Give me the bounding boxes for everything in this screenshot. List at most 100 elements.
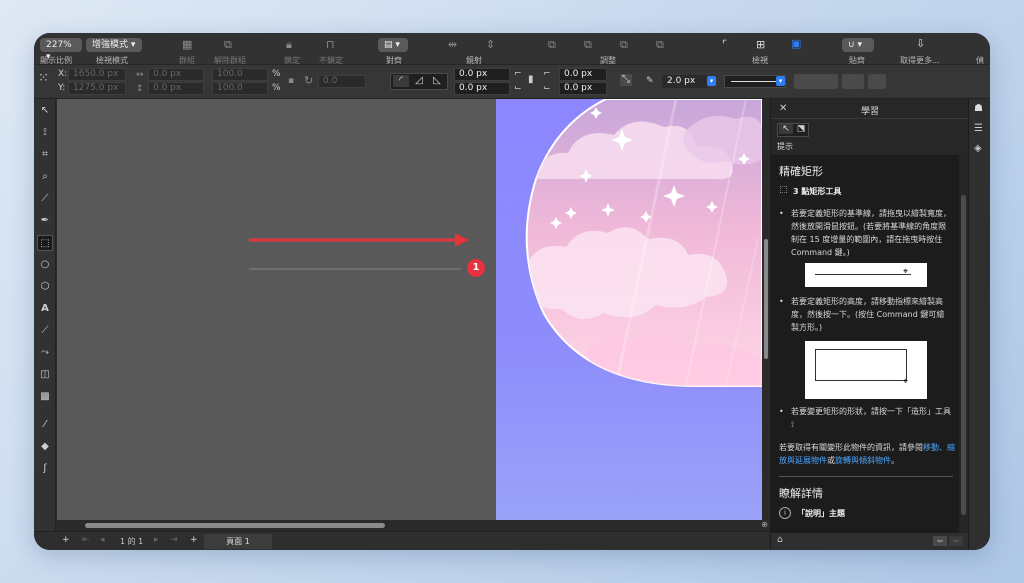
- add-page-before-icon[interactable]: +: [62, 535, 70, 545]
- download-icon[interactable]: ⇩: [916, 38, 925, 50]
- outline-width-dropdown-icon[interactable]: ▾: [707, 76, 716, 86]
- offset-top-field[interactable]: 0.0 px: [559, 68, 607, 81]
- scale-width-field[interactable]: 100.0: [212, 68, 268, 81]
- first-page-icon[interactable]: ⇤: [82, 535, 90, 545]
- ungroup-icon[interactable]: ⧉: [224, 39, 232, 51]
- polygon-tool-icon[interactable]: ⬡: [37, 279, 53, 295]
- back-icon[interactable]: ⇦: [933, 536, 947, 546]
- horizontal-scrollbar[interactable]: ⊕: [57, 520, 770, 531]
- offset-bottom-field[interactable]: 0.0 px: [559, 82, 607, 95]
- line-style-arrow-icon[interactable]: ▾: [776, 76, 785, 86]
- hint-step-3-text: 若要變更矩形的形狀，請按一下「造形」工具: [791, 407, 951, 416]
- view-mode-dropdown[interactable]: 增強模式 ▾: [86, 38, 142, 52]
- rectangle-tool-icon[interactable]: ⬚: [37, 235, 53, 251]
- unlock-icon[interactable]: ⊓: [326, 39, 335, 51]
- last-page-icon[interactable]: ⇥: [170, 535, 178, 545]
- scalloped-corner-icon[interactable]: ◿: [411, 75, 427, 87]
- outline-width-field[interactable]: 2.0 px: [662, 75, 708, 88]
- snap-dropdown[interactable]: ∪ ▾: [842, 38, 874, 52]
- help-topic-link[interactable]: 「說明」主題: [797, 508, 845, 519]
- round-corner-icon[interactable]: ◜: [393, 75, 409, 87]
- learn-more-heading: 瞭解詳情: [779, 487, 823, 500]
- zoom-dropdown[interactable]: 227% ▾: [40, 38, 82, 62]
- text-tool-icon[interactable]: A: [37, 301, 53, 317]
- arrowhead-swap-button[interactable]: [868, 74, 886, 89]
- lock-ratio-icon[interactable]: ▪: [288, 75, 294, 87]
- docker-title: 學習: [861, 107, 880, 117]
- rotate-skew-link[interactable]: 旋轉與傾斜物件: [835, 456, 891, 465]
- shape-tool-icon[interactable]: ⟟: [37, 125, 53, 141]
- drawing-canvas[interactable]: 1: [57, 99, 497, 520]
- close-icon[interactable]: ✕: [779, 103, 787, 114]
- chamfer-corner-icon[interactable]: ◺: [429, 75, 445, 87]
- rotation-field[interactable]: 0.0: [318, 75, 366, 88]
- width-field[interactable]: 0.0 px: [148, 68, 204, 81]
- section-divider: [779, 476, 953, 477]
- arrowhead-end-button[interactable]: [842, 74, 864, 89]
- page-indicator: 1 的 1: [120, 537, 144, 546]
- parallel-dimension-tool-icon[interactable]: ⟋: [37, 323, 53, 339]
- tool-hint-icon[interactable]: ⬔: [794, 124, 808, 134]
- artwork: [525, 99, 762, 387]
- forward-icon[interactable]: ⇨: [949, 536, 963, 546]
- vertical-scroll-thumb[interactable]: [764, 239, 768, 359]
- corner-radius-top-field[interactable]: 0.0 px: [454, 68, 510, 81]
- object-origin-icon[interactable]: ⁙: [38, 72, 49, 85]
- ellipse-tool-icon[interactable]: ○: [37, 257, 53, 273]
- objects-tab-icon[interactable]: ◈: [974, 143, 982, 154]
- vertical-scrollbar[interactable]: [762, 99, 770, 520]
- app-window: 227% ▾ 顯示比例 增強模式 ▾ 檢視模式 ▦ 群組 ⧉ 解除群組 🔒︎ 鎖…: [34, 33, 990, 550]
- rectangle-illustration: ⌖: [805, 341, 927, 399]
- zoom-tool-icon[interactable]: ⌕: [37, 169, 53, 185]
- page-tab[interactable]: 頁面 1: [204, 534, 272, 549]
- height-field[interactable]: 0.0 px: [148, 82, 204, 95]
- arrowhead-start-button[interactable]: [794, 74, 838, 89]
- hint-step-3: 若要變更矩形的形狀，請按一下「造形」工具 ⟟: [791, 405, 951, 431]
- learn-tab-icon[interactable]: ☗: [974, 103, 983, 114]
- scale-height-field[interactable]: 100.0: [212, 82, 268, 95]
- arrange-front-icon[interactable]: ⧉: [548, 39, 556, 51]
- rulers-icon[interactable]: ⌜: [722, 39, 727, 51]
- lock-icon[interactable]: 🔒︎: [286, 39, 292, 51]
- mirror-vertical-icon[interactable]: ⇕: [486, 39, 495, 51]
- freehand-tool-icon[interactable]: ⟋: [37, 191, 53, 207]
- eyedropper-tool-icon[interactable]: ⁄: [37, 417, 53, 433]
- pointer-hint-icon[interactable]: ↖: [779, 124, 793, 134]
- rectangle-3pt-icon: ⬚: [779, 185, 788, 195]
- prev-page-icon[interactable]: ◂: [100, 535, 105, 545]
- guidelines-icon[interactable]: ▣: [791, 38, 801, 50]
- arrange-back-icon[interactable]: ⧉: [656, 39, 664, 51]
- pen-icon: ✎: [646, 76, 654, 86]
- document-page[interactable]: [496, 99, 762, 520]
- crop-tool-icon[interactable]: ⌗: [37, 147, 53, 163]
- next-page-icon[interactable]: ▸: [154, 535, 159, 545]
- corner-scale-icon[interactable]: ⤡: [620, 74, 632, 86]
- smart-fill-tool-icon[interactable]: ʃ: [37, 461, 53, 477]
- x-position-field[interactable]: 1650.0 px: [68, 68, 126, 81]
- lock-corners-icon[interactable]: ▮: [528, 74, 534, 86]
- corner-bottom-left-icon: ⌙: [543, 83, 551, 93]
- drop-shadow-tool-icon[interactable]: ◫: [37, 367, 53, 383]
- mirror-horizontal-icon[interactable]: ⇹: [448, 39, 457, 51]
- interactive-fill-tool-icon[interactable]: ◆: [37, 439, 53, 455]
- transparency-tool-icon[interactable]: ▩: [37, 389, 53, 405]
- corner-radius-bottom-field[interactable]: 0.0 px: [454, 82, 510, 95]
- add-page-after-icon[interactable]: +: [190, 535, 198, 545]
- align-button[interactable]: ▤ ▾: [378, 38, 408, 52]
- docker-scroll-thumb[interactable]: [961, 195, 966, 515]
- arrange-forward-icon[interactable]: ⧉: [584, 39, 592, 51]
- home-icon[interactable]: ⌂: [777, 535, 783, 545]
- corner-bottom-right-icon: ⌙: [514, 83, 522, 93]
- connector-tool-icon[interactable]: ⤳: [37, 345, 53, 361]
- artistic-media-tool-icon[interactable]: ✒: [37, 213, 53, 229]
- properties-tab-icon[interactable]: ☰: [974, 123, 983, 134]
- grid-icon[interactable]: ⊞: [756, 39, 765, 51]
- pick-tool-icon[interactable]: ↖: [37, 103, 53, 119]
- group-icon[interactable]: ▦: [182, 39, 192, 51]
- y-position-field[interactable]: 1275.0 px: [68, 82, 126, 95]
- arrange-backward-icon[interactable]: ⧉: [620, 39, 628, 51]
- horizontal-scroll-thumb[interactable]: [85, 523, 385, 528]
- zoom-corner-icon[interactable]: ⊕: [761, 520, 768, 529]
- rotate-icon: ↻: [304, 74, 314, 87]
- hint-heading: 精確矩形: [779, 165, 823, 178]
